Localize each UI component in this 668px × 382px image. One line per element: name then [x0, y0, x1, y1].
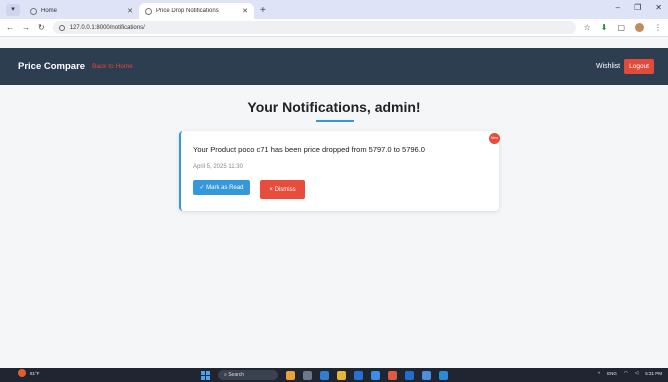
tab-title: Home	[41, 8, 58, 14]
wishlist-link[interactable]: Wishlist	[596, 63, 620, 70]
app-icon[interactable]	[405, 370, 414, 380]
restore-button[interactable]: ❐	[634, 3, 641, 12]
weather-temp: 81°F	[30, 370, 40, 376]
url-text: 127.0.0.1:8000/notifications/	[69, 24, 145, 31]
forward-arrow-icon[interactable]: →	[22, 23, 30, 32]
volume-icon[interactable]: ◁	[635, 370, 638, 376]
close-window-button[interactable]: ✕	[655, 3, 662, 12]
dismiss-button[interactable]: × Dismiss	[260, 180, 305, 199]
notification-card: Your Product poco c71 has been price dro…	[179, 131, 499, 211]
new-tab-button[interactable]: +	[260, 5, 266, 16]
bookmark-star-icon[interactable]: ☆	[584, 23, 591, 32]
app-navbar: Price Compare Back to Home Wishlist Logo…	[0, 48, 668, 85]
file-explorer-icon[interactable]	[337, 370, 346, 380]
close-tab-icon[interactable]: ✕	[242, 7, 248, 15]
vscode-icon[interactable]	[439, 370, 448, 380]
menu-kebab-icon[interactable]: ⋮	[654, 23, 662, 32]
close-tab-icon[interactable]: ✕	[127, 7, 133, 15]
edge-icon[interactable]	[320, 370, 329, 380]
lang-indicator[interactable]: ENG	[607, 371, 617, 376]
page-top-gap	[0, 37, 668, 48]
notification-date: April 5, 2025 11:30	[193, 164, 243, 170]
globe-icon	[30, 7, 37, 15]
back-to-home-link[interactable]: Back to Home	[92, 63, 133, 70]
notification-message: Your Product poco c71 has been price dro…	[193, 145, 425, 154]
app-icon[interactable]	[371, 370, 380, 380]
widgets-icon[interactable]	[286, 370, 295, 380]
address-bar-row: ← → ↻ 127.0.0.1:8000/notifications/ ☆ ⬇ …	[0, 19, 668, 37]
title-underline	[316, 120, 354, 122]
system-tray: ^ ENG ◠ ◁ 5:31 PM	[598, 370, 662, 376]
windows-taskbar: 81°F ⌕ Search ^ ENG ◠ ◁ 5:31 PM	[0, 368, 668, 382]
windows-start-icon[interactable]	[201, 370, 210, 380]
tab-search-button[interactable]: ▾	[6, 4, 20, 16]
new-badge: New	[489, 133, 500, 144]
chevron-up-icon[interactable]: ^	[598, 371, 600, 376]
url-field[interactable]: 127.0.0.1:8000/notifications/	[52, 21, 576, 34]
brand-title[interactable]: Price Compare	[18, 61, 85, 72]
task-view-icon[interactable]	[303, 370, 312, 380]
navbar-right: Wishlist Logout	[596, 59, 654, 74]
chrome-icon[interactable]	[388, 370, 397, 380]
globe-icon	[145, 7, 152, 15]
download-icon[interactable]: ⬇	[601, 23, 608, 32]
back-arrow-icon[interactable]: ←	[6, 23, 14, 32]
taskbar-search[interactable]: ⌕ Search	[218, 370, 278, 380]
profile-avatar[interactable]	[635, 23, 644, 32]
reload-icon[interactable]: ↻	[38, 23, 45, 32]
weather-widget[interactable]: 81°F	[18, 369, 40, 377]
tab-price-drop-notifications[interactable]: Price Drop Notifications ✕	[139, 3, 254, 19]
mark-as-read-button[interactable]: ✓ Mark as Read	[193, 180, 250, 195]
clock[interactable]: 5:31 PM	[645, 371, 662, 376]
tab-title: Price Drop Notifications	[156, 8, 219, 14]
app-icon[interactable]	[422, 370, 431, 380]
page-title: Your Notifications, admin!	[247, 99, 421, 115]
taskbar-center: ⌕ Search	[201, 370, 448, 380]
site-info-icon[interactable]	[58, 24, 65, 31]
browser-tab-strip: ▾ Home ✕ Price Drop Notifications ✕ + – …	[0, 0, 668, 19]
window-controls: – ❐ ✕	[616, 3, 662, 12]
tab-home[interactable]: Home ✕	[24, 3, 139, 19]
wifi-icon[interactable]: ◠	[624, 370, 628, 376]
store-icon[interactable]	[354, 370, 363, 380]
toolbar-actions: ☆ ⬇ ▢ ⋮	[584, 23, 662, 32]
weather-icon	[18, 369, 26, 377]
minimize-button[interactable]: –	[616, 3, 620, 12]
extensions-icon[interactable]: ▢	[617, 23, 625, 32]
taskbar-search-label: Search	[228, 372, 245, 378]
logout-button[interactable]: Logout	[624, 59, 654, 74]
